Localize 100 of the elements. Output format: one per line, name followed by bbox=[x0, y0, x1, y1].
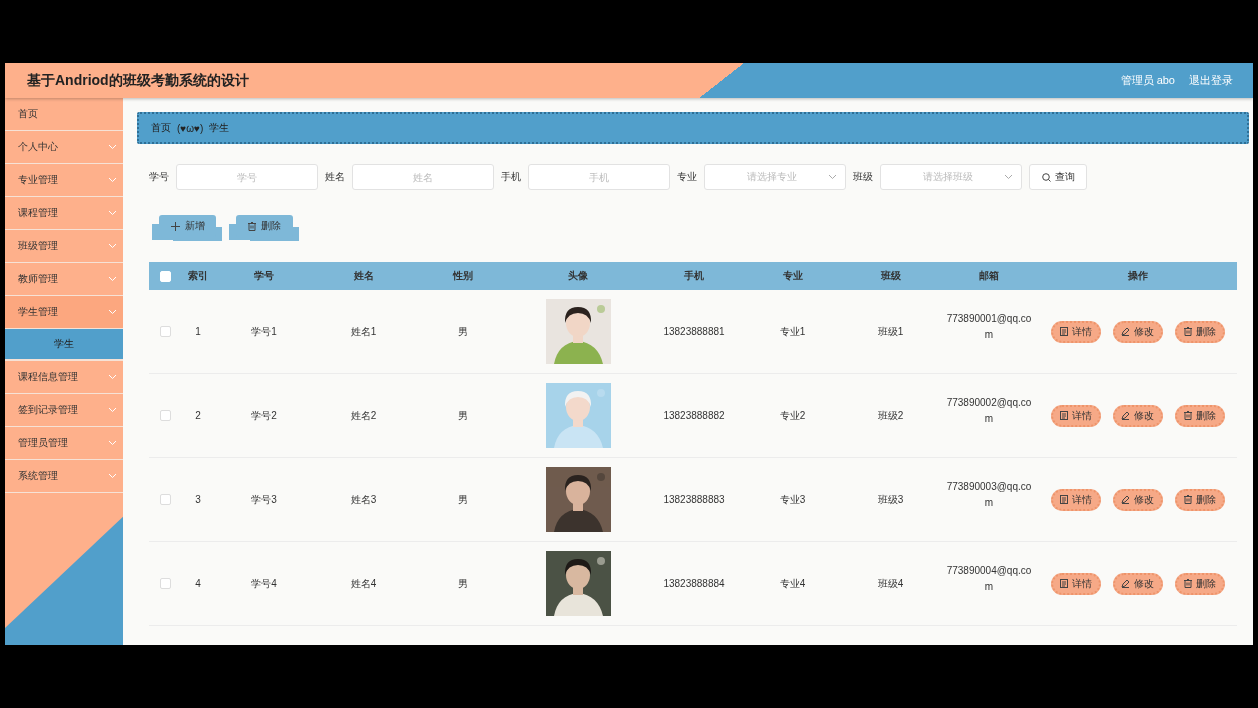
table-cell-text: 专业4 bbox=[778, 576, 807, 591]
table-cell-text: 773890003@qq.com bbox=[945, 479, 1033, 510]
column-header: 性别 bbox=[451, 269, 474, 283]
column-header: 头像 bbox=[567, 269, 589, 283]
table-cell-text: 773890001@qq.com bbox=[945, 311, 1033, 342]
trash-icon bbox=[248, 221, 256, 231]
document-icon bbox=[1059, 579, 1068, 588]
field-label: 班级 bbox=[853, 170, 873, 184]
column-header: 操作 bbox=[1126, 269, 1149, 283]
table-cell-text: 男 bbox=[457, 492, 469, 507]
document-icon bbox=[1059, 411, 1068, 420]
table-cell-text: 13823888881 bbox=[662, 325, 726, 339]
breadcrumb-separator: (♥ω♥) bbox=[177, 122, 204, 134]
document-icon bbox=[1059, 495, 1068, 504]
table-cell-text: 13823888882 bbox=[662, 409, 726, 423]
table-cell-text: 773890004@qq.com bbox=[945, 563, 1033, 594]
details-button[interactable]: 详情 bbox=[1050, 404, 1101, 427]
details-button[interactable]: 详情 bbox=[1050, 488, 1101, 511]
column-header: 索引 bbox=[187, 269, 209, 283]
table-cell-text: 姓名1 bbox=[349, 324, 378, 339]
table-cell-text: 学号3 bbox=[250, 492, 278, 507]
details-button[interactable]: 详情 bbox=[1050, 320, 1101, 343]
delete-button[interactable]: 删除 bbox=[1174, 572, 1225, 595]
field-label: 学号 bbox=[149, 170, 169, 184]
table-cell-text: 姓名2 bbox=[349, 408, 378, 423]
edit-button[interactable]: 修改 bbox=[1112, 404, 1163, 427]
checkbox[interactable] bbox=[159, 578, 171, 589]
table-cell-text: 学号1 bbox=[250, 324, 278, 339]
checkbox[interactable] bbox=[159, 494, 171, 505]
column-header: 邮箱 bbox=[978, 269, 1000, 283]
chevron-down-icon bbox=[108, 374, 117, 380]
table-cell-text: 班级3 bbox=[876, 492, 905, 507]
column-header: 手机 bbox=[683, 269, 705, 283]
app-title: 基于Andriod的班级考勤系统的设计 bbox=[27, 71, 250, 90]
chevron-down-icon bbox=[1004, 174, 1013, 180]
table-cell-text: 学号4 bbox=[250, 576, 278, 591]
checkbox[interactable] bbox=[159, 410, 171, 421]
table-cell-text: 专业2 bbox=[778, 408, 807, 423]
table-cell-text: 4 bbox=[194, 577, 202, 591]
chevron-down-icon bbox=[108, 276, 117, 282]
text-field[interactable]: 手机 bbox=[528, 164, 670, 190]
table-cell-text: 姓名4 bbox=[349, 576, 378, 591]
field-label: 手机 bbox=[501, 170, 521, 184]
pencil-icon bbox=[1121, 579, 1130, 588]
breadcrumb-current: 学生 bbox=[209, 121, 230, 135]
table-cell-text: 班级1 bbox=[876, 324, 905, 339]
chevron-down-icon bbox=[108, 309, 117, 315]
chevron-down-icon bbox=[108, 407, 117, 413]
edit-button[interactable]: 修改 bbox=[1112, 572, 1163, 595]
field-label: 姓名 bbox=[325, 170, 345, 184]
trash-icon bbox=[1183, 327, 1192, 336]
table-cell-text: 男 bbox=[457, 576, 469, 591]
table-cell-text: 773890002@qq.com bbox=[945, 395, 1033, 426]
chevron-down-icon bbox=[108, 440, 117, 446]
field-label: 专业 bbox=[677, 170, 697, 184]
chevron-down-icon bbox=[108, 243, 117, 249]
table-cell-text: 班级2 bbox=[876, 408, 905, 423]
user-label: 管理员 abo bbox=[1120, 73, 1175, 88]
table-cell-text: 13823888883 bbox=[662, 493, 726, 507]
pencil-icon bbox=[1121, 495, 1130, 504]
chevron-down-icon bbox=[108, 177, 117, 183]
table-cell-text: 男 bbox=[457, 408, 469, 423]
column-header: 姓名 bbox=[352, 269, 375, 283]
checkbox[interactable] bbox=[159, 326, 171, 337]
delete-button[interactable]: 删除 bbox=[1174, 320, 1225, 343]
table-cell-text: 学号2 bbox=[250, 408, 278, 423]
chevron-down-icon bbox=[828, 174, 837, 180]
search-button[interactable]: 查询 bbox=[1029, 164, 1087, 190]
column-header: 学号 bbox=[253, 269, 275, 283]
submenu-item[interactable]: 学生 bbox=[5, 329, 123, 361]
table-cell-text: 1 bbox=[194, 325, 202, 339]
table-cell-text: 姓名3 bbox=[349, 492, 378, 507]
table-cell-text: 2 bbox=[194, 409, 202, 423]
delete-button[interactable]: 删除 bbox=[1174, 404, 1225, 427]
table-cell-text: 男 bbox=[457, 324, 469, 339]
search-icon bbox=[1041, 172, 1051, 182]
table-cell-text: 专业1 bbox=[778, 324, 807, 339]
breadcrumb-link[interactable]: 首页 bbox=[151, 121, 171, 135]
table-cell-text: 3 bbox=[194, 493, 202, 507]
chevron-down-icon bbox=[108, 144, 117, 150]
details-button[interactable]: 详情 bbox=[1050, 572, 1101, 595]
edit-button[interactable]: 修改 bbox=[1112, 320, 1163, 343]
text-field[interactable]: 学号 bbox=[176, 164, 318, 190]
document-icon bbox=[1059, 327, 1068, 336]
trash-icon bbox=[1183, 579, 1192, 588]
menu-item[interactable]: 学生管理 bbox=[5, 296, 123, 329]
trash-icon bbox=[1183, 495, 1192, 504]
column-header: 班级 bbox=[879, 269, 902, 283]
pencil-icon bbox=[1121, 327, 1130, 336]
edit-button[interactable]: 修改 bbox=[1112, 488, 1163, 511]
trash-icon bbox=[1183, 411, 1192, 420]
text-field[interactable]: 姓名 bbox=[352, 164, 494, 190]
chevron-down-icon bbox=[108, 210, 117, 216]
table-cell-text: 班级4 bbox=[876, 576, 905, 591]
plus-icon bbox=[170, 221, 180, 231]
table-cell-text: 专业3 bbox=[778, 492, 807, 507]
delete-button[interactable]: 删除 bbox=[1174, 488, 1225, 511]
table-cell-text: 13823888884 bbox=[662, 577, 726, 591]
pencil-icon bbox=[1121, 411, 1130, 420]
column-header: 专业 bbox=[781, 269, 804, 283]
